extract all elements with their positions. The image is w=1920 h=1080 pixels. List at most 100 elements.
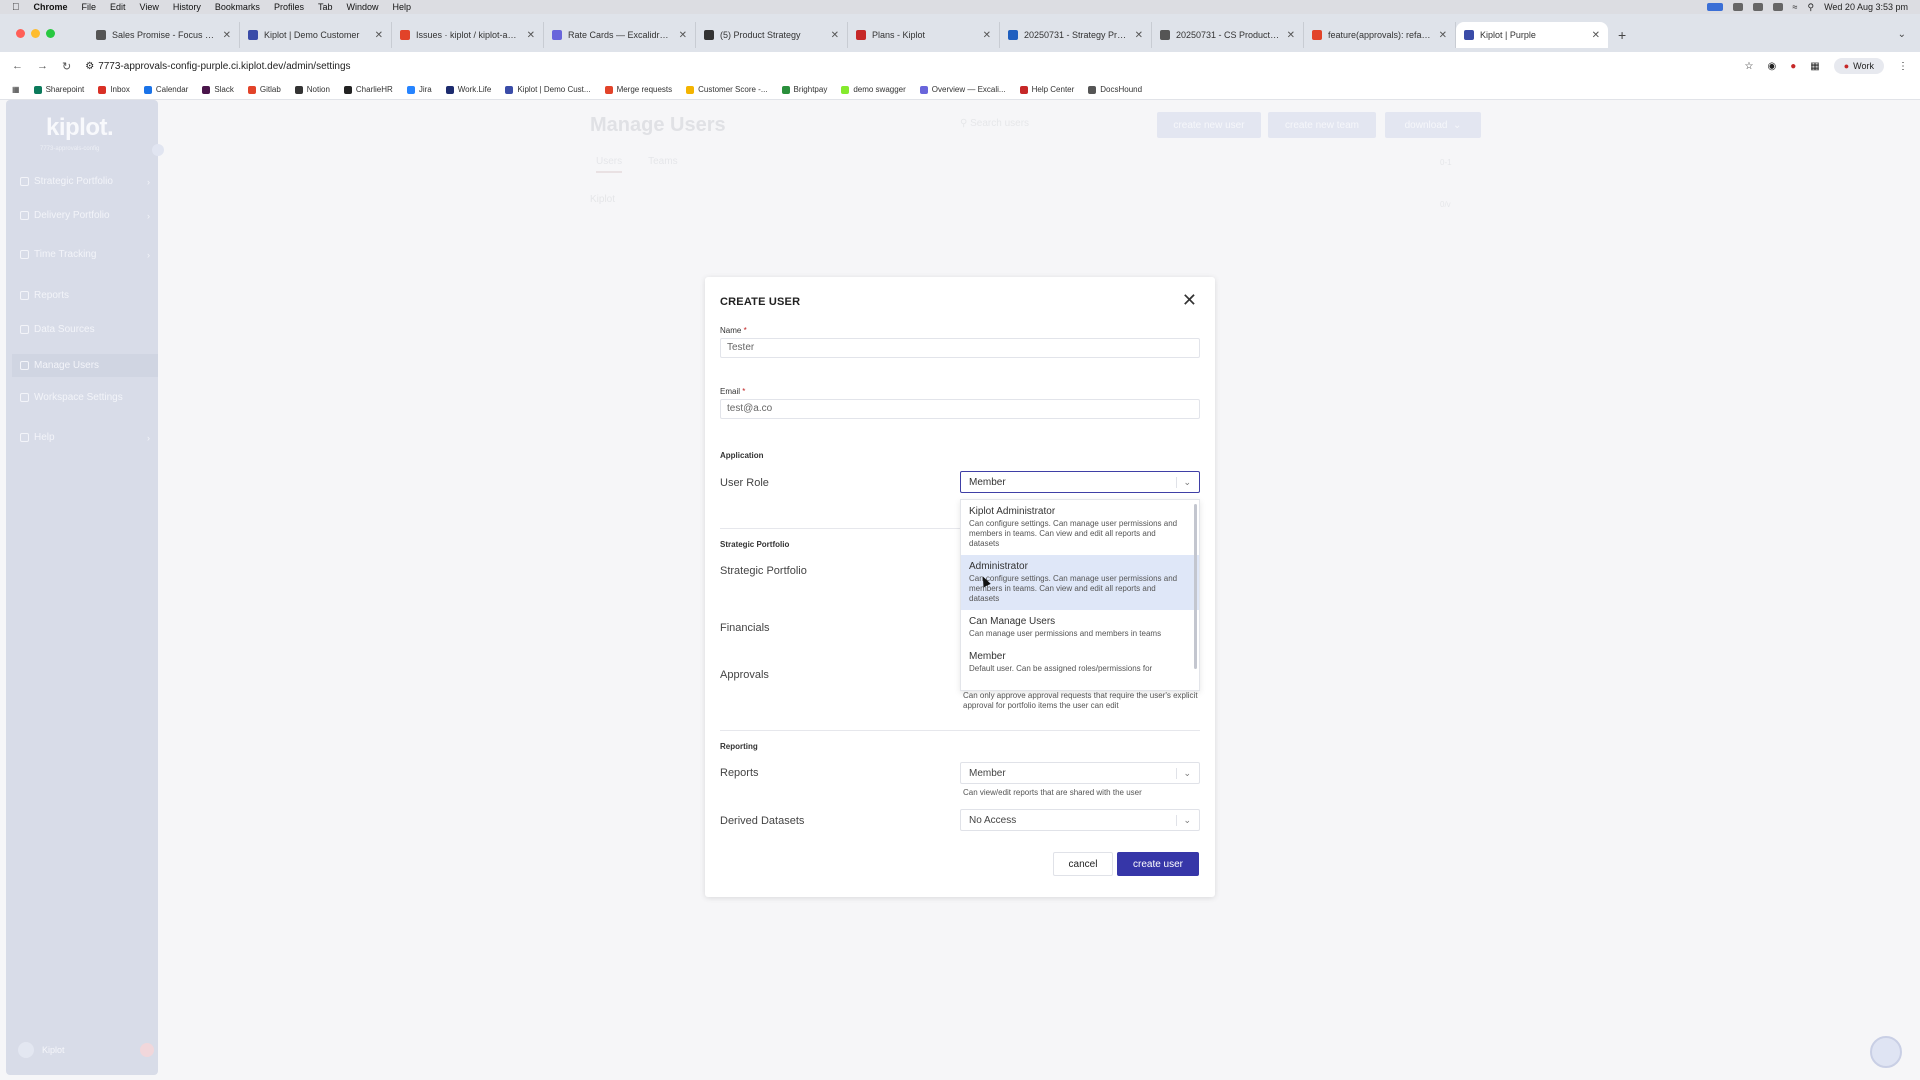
dropdown-scrollbar[interactable] bbox=[1194, 504, 1197, 669]
menu-window[interactable]: Window bbox=[346, 2, 378, 12]
apple-icon[interactable]:  bbox=[12, 2, 20, 13]
wifi-icon[interactable]: ≈ bbox=[1793, 2, 1798, 12]
browser-tab[interactable]: Sales Promise - Focus — Exc ✕ bbox=[88, 22, 240, 48]
reload-icon[interactable]: ↻ bbox=[62, 60, 71, 73]
profile-button[interactable]: ● Work bbox=[1833, 58, 1884, 74]
bookmark-star-icon[interactable]: ☆ bbox=[1745, 61, 1754, 72]
close-tab-icon[interactable]: ✕ bbox=[375, 30, 383, 41]
extension-icon[interactable]: ◉ bbox=[1767, 61, 1776, 72]
bookmark-label: Notion bbox=[306, 85, 330, 94]
favicon-icon bbox=[856, 30, 866, 40]
name-field[interactable]: Tester bbox=[720, 338, 1200, 358]
close-tab-icon[interactable]: ✕ bbox=[1135, 30, 1143, 41]
menu-view[interactable]: View bbox=[140, 2, 159, 12]
bookmark-item[interactable]: Gitlab bbox=[247, 85, 281, 94]
role-option[interactable]: Can Manage Users Can manage user permissi… bbox=[961, 610, 1199, 645]
menu-history[interactable]: History bbox=[173, 2, 201, 12]
tab-search-icon[interactable]: ⌄ bbox=[1898, 29, 1906, 40]
close-tab-icon[interactable]: ✕ bbox=[1287, 30, 1295, 41]
close-tab-icon[interactable]: ✕ bbox=[983, 30, 991, 41]
divider bbox=[720, 730, 1200, 731]
bookmark-item[interactable]: Calendar bbox=[143, 85, 188, 94]
bookmark-item[interactable]: DocsHound bbox=[1088, 85, 1142, 94]
bookmark-item[interactable]: Jira bbox=[406, 85, 432, 94]
bookmark-label: Work.Life bbox=[457, 85, 492, 94]
apps-grid-icon[interactable]: ▦ bbox=[12, 85, 20, 94]
close-tab-icon[interactable]: ✕ bbox=[679, 30, 687, 41]
close-tab-icon[interactable]: ✕ bbox=[831, 30, 839, 41]
bookmark-item[interactable]: Help Center bbox=[1019, 85, 1074, 94]
favicon-icon bbox=[1464, 30, 1474, 40]
bookmark-label: demo swagger bbox=[853, 85, 906, 94]
role-option-description: Can manage user permissions and members … bbox=[969, 629, 1162, 638]
menu-edit[interactable]: Edit bbox=[110, 2, 126, 12]
url-field[interactable]: 7773-approvals-config-purple.ci.kiplot.d… bbox=[98, 61, 350, 72]
extension-icon[interactable]: ● bbox=[1790, 61, 1796, 72]
create-user-button[interactable]: create user bbox=[1117, 852, 1199, 876]
bookmark-icon bbox=[143, 85, 152, 94]
chat-support-icon[interactable] bbox=[1870, 1036, 1902, 1068]
menu-app-name[interactable]: Chrome bbox=[34, 2, 68, 12]
browser-tab[interactable]: Issues · kiplot / kiplot-app · G ✕ bbox=[392, 22, 544, 48]
bookmark-item[interactable]: Merge requests bbox=[604, 85, 672, 94]
bookmark-item[interactable]: CharlieHR bbox=[343, 85, 393, 94]
bookmark-label: Gitlab bbox=[259, 85, 281, 94]
user-role-select[interactable]: Member ⌄ bbox=[960, 471, 1200, 493]
menu-profiles[interactable]: Profiles bbox=[274, 2, 304, 12]
reports-select[interactable]: Member ⌄ bbox=[960, 762, 1200, 784]
role-option[interactable]: Kiplot Administrator Can configure settin… bbox=[961, 500, 1199, 555]
menu-kebab-icon[interactable]: ⋮ bbox=[1898, 61, 1908, 72]
menu-bookmarks[interactable]: Bookmarks bbox=[215, 2, 260, 12]
minimize-window-icon[interactable] bbox=[31, 29, 40, 38]
status-icon[interactable] bbox=[1732, 3, 1743, 11]
bookmark-item[interactable]: Sharepoint bbox=[33, 85, 84, 94]
bookmark-item[interactable]: Inbox bbox=[98, 85, 130, 94]
close-icon[interactable]: ✕ bbox=[1182, 290, 1197, 311]
site-info-icon[interactable]: ⚙ bbox=[85, 61, 94, 72]
email-field[interactable]: test@a.co bbox=[720, 399, 1200, 419]
clock[interactable]: Wed 20 Aug 3:53 pm bbox=[1824, 2, 1908, 12]
browser-tab[interactable]: Kiplot | Purple ✕ bbox=[1456, 22, 1608, 48]
close-tab-icon[interactable]: ✕ bbox=[1592, 30, 1600, 41]
zoom-window-icon[interactable] bbox=[46, 29, 55, 38]
role-option[interactable]: Administrator Can configure settings. Can… bbox=[961, 555, 1199, 610]
bookmark-item[interactable]: Brightpay bbox=[781, 85, 827, 94]
browser-tab[interactable]: (5) Product Strategy ✕ bbox=[696, 22, 848, 48]
bookmark-item[interactable]: Kiplot | Demo Cust... bbox=[505, 85, 591, 94]
approvals-description: Can only approve approval requests that … bbox=[963, 691, 1198, 710]
battery-icon[interactable] bbox=[1772, 3, 1783, 11]
cancel-button[interactable]: cancel bbox=[1053, 852, 1113, 876]
bookmark-item[interactable]: Slack bbox=[202, 85, 234, 94]
search-icon[interactable]: ⚲ bbox=[1808, 2, 1815, 13]
browser-tab[interactable]: 20250731 - Strategy Product ✕ bbox=[1000, 22, 1152, 48]
status-icon[interactable] bbox=[1752, 3, 1763, 11]
bookmark-item[interactable]: Customer Score -... bbox=[686, 85, 768, 94]
reports-value: Member bbox=[969, 767, 1006, 779]
screen-record-icon[interactable] bbox=[1706, 3, 1723, 11]
bookmark-item[interactable]: demo swagger bbox=[841, 85, 906, 94]
browser-tab[interactable]: 20250731 - CS Product Prior ✕ bbox=[1152, 22, 1304, 48]
bookmark-icon bbox=[919, 85, 928, 94]
menu-help[interactable]: Help bbox=[392, 2, 411, 12]
close-tab-icon[interactable]: ✕ bbox=[223, 30, 231, 41]
bookmark-item[interactable]: Overview — Excali... bbox=[919, 85, 1006, 94]
extensions-puzzle-icon[interactable]: ▦ bbox=[1810, 61, 1819, 72]
new-tab-icon[interactable]: + bbox=[1618, 22, 1626, 48]
bookmark-label: Jira bbox=[418, 85, 432, 94]
close-tab-icon[interactable]: ✕ bbox=[1439, 30, 1447, 41]
browser-tab[interactable]: Kiplot | Demo Customer ✕ bbox=[240, 22, 392, 48]
close-tab-icon[interactable]: ✕ bbox=[527, 30, 535, 41]
menu-tab[interactable]: Tab bbox=[318, 2, 333, 12]
close-window-icon[interactable] bbox=[16, 29, 25, 38]
browser-tab[interactable]: Rate Cards — Excalidraw Plus ✕ bbox=[544, 22, 696, 48]
bookmark-item[interactable]: Work.Life bbox=[445, 85, 492, 94]
forward-icon[interactable]: → bbox=[37, 60, 48, 72]
role-option[interactable]: Member Default user. Can be assigned role… bbox=[961, 645, 1199, 680]
derived-datasets-select[interactable]: No Access ⌄ bbox=[960, 809, 1200, 831]
favicon-icon bbox=[704, 30, 714, 40]
browser-tab[interactable]: Plans - Kiplot ✕ bbox=[848, 22, 1000, 48]
menu-file[interactable]: File bbox=[82, 2, 97, 12]
back-icon[interactable]: ← bbox=[12, 60, 23, 72]
browser-tab[interactable]: feature(approvals): refactor t ✕ bbox=[1304, 22, 1456, 48]
bookmark-item[interactable]: Notion bbox=[294, 85, 330, 94]
